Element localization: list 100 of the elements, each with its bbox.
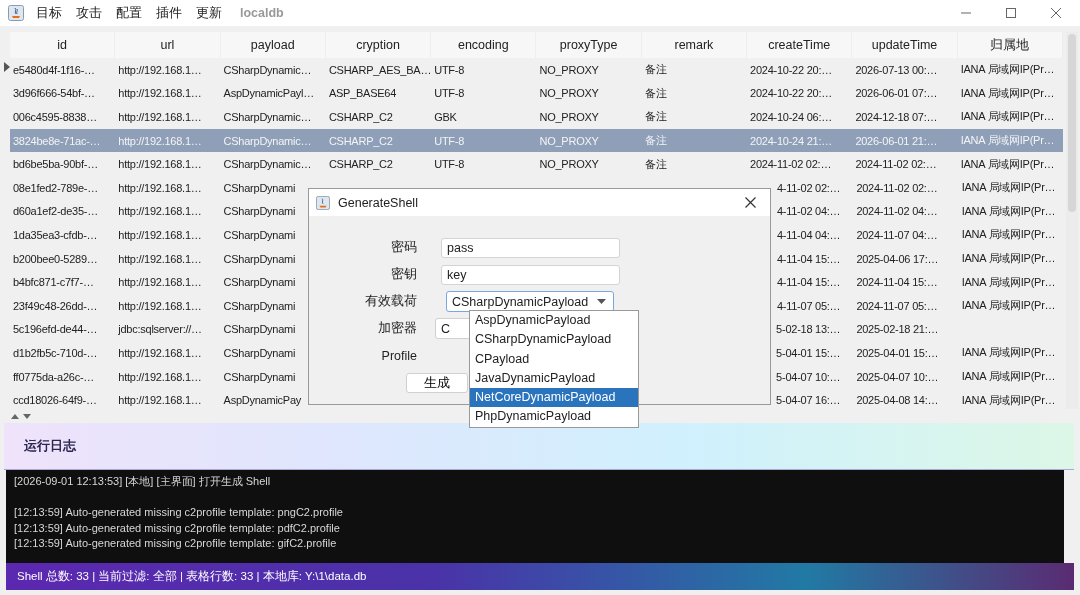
close-icon[interactable] [745, 197, 756, 208]
table-cell-text: UTF-8 [433, 158, 466, 171]
dropdown-option[interactable]: JavaDynamicPayload [470, 368, 638, 389]
table-cell-text: IANA 局域网IP(Pr… [960, 180, 1056, 196]
table-cell-text: 2024-11-02 04:… [855, 205, 938, 218]
table-cell-text: UTF-8 [433, 134, 466, 147]
table-cell-text: CSharpDynamic… [222, 63, 313, 76]
table-cell-text: http://192.168.1… [117, 346, 203, 359]
table-cell-text: NO_PROXY [538, 158, 600, 171]
table-cell-text: IANA 局域网IP(Pr… [959, 133, 1056, 149]
table-cell-text: 2024-11-02 02:… [854, 158, 938, 171]
menu-item[interactable]: 更新 [196, 4, 222, 22]
table-cell-text: ccd18026-64f9-… [12, 394, 98, 407]
table-cell-text: IANA 局域网IP(Pr… [959, 62, 1056, 78]
table-cell-text: CSharpDynamic… [222, 111, 313, 123]
log-line: [12:13:59] Auto-generated missing c2profile template: pngC2.profile [14, 505, 344, 520]
column-header[interactable]: cryption [325, 32, 432, 58]
app-icon [316, 195, 330, 210]
table-cell-text: IANA 局域网IP(Pr… [960, 274, 1056, 290]
table-cell-text: 3824be8e-71ac-… [12, 134, 102, 147]
column-header[interactable]: updateTime [852, 32, 958, 58]
table-cell-text: 2024-10-22 20:… [749, 63, 833, 76]
table-cell-text: 2024-10-24 06:… [749, 111, 833, 123]
table-cell-text: IANA 局域网IP(Pr… [960, 392, 1056, 408]
field-label: Profile [380, 348, 418, 363]
column-header[interactable]: createTime [747, 32, 853, 58]
dropdown-option[interactable]: PhpDynamicPayload [470, 407, 638, 427]
menu-item[interactable]: 攻击 [76, 4, 102, 22]
column-header[interactable]: remark [641, 32, 748, 58]
expand-arrow-icon[interactable] [4, 62, 10, 72]
table-cell-text: 2025-04-06 17:… [855, 252, 939, 265]
table-cell-text: CSharpDynami [222, 228, 297, 241]
table-cell-text: IANA 局域网IP(Pr… [960, 203, 1056, 219]
generate-button[interactable]: 生成 [406, 373, 468, 393]
table-cell-text: IANA 局域网IP(Pr… [960, 227, 1056, 243]
table-cell-text: 5-04-01 15:… [775, 346, 842, 359]
table-cell-text: NO_PROXY [538, 111, 600, 123]
input-field[interactable]: key [441, 264, 620, 285]
close-icon[interactable] [1050, 7, 1062, 19]
table-cell-text: 4-11-07 05:… [775, 299, 842, 312]
table-cell-text: jdbc:sqlserver://… [117, 323, 203, 336]
table-cell-text: d60a1ef2-de35-… [12, 205, 99, 218]
dropdown-option[interactable]: CPayload [470, 349, 638, 369]
table-cell-text: 1da35ea3-cfdb-… [12, 228, 99, 241]
dropdown-option[interactable]: NetCoreDynamicPayload [470, 388, 638, 408]
table-cell-text: AspDynamicPay [222, 394, 303, 407]
dropdown-option[interactable]: AspDynamicPayload [470, 311, 638, 331]
table-cell-text: IANA 局域网IP(Pr… [960, 369, 1056, 384]
table-cell-text: 备注 [643, 156, 668, 172]
table-cell-text: CSHARP_AES_BA… [327, 63, 432, 76]
maximize-icon[interactable] [1005, 7, 1017, 19]
table-cell-text: CSharpDynamic… [222, 158, 313, 171]
table-cell-text: CSharpDynami [222, 323, 297, 336]
table-cell-text: 备注 [643, 109, 668, 125]
table-cell-text: 5c196efd-de44-… [12, 323, 99, 336]
table-cell-text: 2025-04-08 14:… [855, 394, 939, 407]
table-cell-text: AspDynamicPayl… [222, 87, 315, 100]
table-cell-text: IANA 局域网IP(Pr… [959, 109, 1056, 125]
log-title: 运行日志 [24, 437, 76, 455]
table-cell-text: 4-11-02 02:… [775, 181, 842, 194]
table-cell-text: 2026-06-01 07:… [854, 87, 939, 100]
splitter-arrows-icon[interactable] [10, 412, 32, 420]
table-cell-text: http://192.168.1… [117, 228, 203, 241]
status-text: Shell 总数: 33 | 当前过滤: 全部 | 表格行数: 33 | 本地库: Y:\1\data.db [17, 569, 367, 584]
column-header[interactable]: id [10, 32, 116, 58]
field-label: 加密器 [377, 320, 418, 337]
dropdown-option[interactable]: CSharpDynamicPayload [470, 330, 638, 350]
table-cell-text: http://192.168.1… [117, 394, 203, 407]
table-cell-text: 4-11-04 15:… [775, 252, 842, 265]
menu-item[interactable]: 目标 [36, 4, 62, 22]
app-icon [8, 5, 24, 21]
table-cell-text: 2024-12-18 07:… [854, 111, 939, 123]
dropdown-field[interactable]: CSharpDynamicPayload [446, 291, 614, 312]
column-header[interactable]: encoding [431, 32, 537, 58]
column-header[interactable]: url [115, 32, 221, 58]
table-cell-text: CSHARP_C2 [327, 158, 394, 171]
table-cell-text: 2024-10-24 21:… [749, 134, 833, 147]
table-cell-text: CSharpDynami [222, 276, 297, 289]
table-cell-text: 2024-11-02 02:… [749, 158, 833, 171]
table-cell-text: 2024-11-07 05:… [855, 299, 938, 312]
table-cell-text: 4-11-02 04:… [775, 205, 842, 218]
column-header[interactable]: 归属地 [957, 32, 1063, 58]
table-cell-text: CSHARP_C2 [327, 134, 394, 147]
table-cell-text: IANA 局域网IP(Pr… [959, 156, 1056, 172]
column-header[interactable]: proxyType [536, 32, 642, 58]
table-cell-text: NO_PROXY [538, 63, 600, 76]
table-cell-text: 08e1fed2-789e-… [12, 181, 99, 194]
table-cell-text: http://192.168.1… [117, 134, 203, 147]
table-cell-text: 006c4595-8838… [12, 111, 98, 123]
input-field[interactable]: pass [441, 237, 620, 258]
menu-item[interactable]: 插件 [156, 4, 182, 22]
table-cell-text: UTF-8 [433, 63, 466, 76]
table-cell-text: http://192.168.1… [117, 252, 203, 265]
column-header[interactable]: payload [220, 32, 326, 58]
table-cell-text: http://192.168.1… [117, 87, 203, 100]
table-cell-text: CSharpDynami [222, 370, 297, 383]
table-cell-text: 5-02-18 13:… [775, 323, 842, 336]
table-cell-text: CSharpDynami [222, 252, 297, 265]
menu-item[interactable]: 配置 [116, 4, 142, 22]
table-cell-text: CSharpDynami [222, 181, 297, 194]
